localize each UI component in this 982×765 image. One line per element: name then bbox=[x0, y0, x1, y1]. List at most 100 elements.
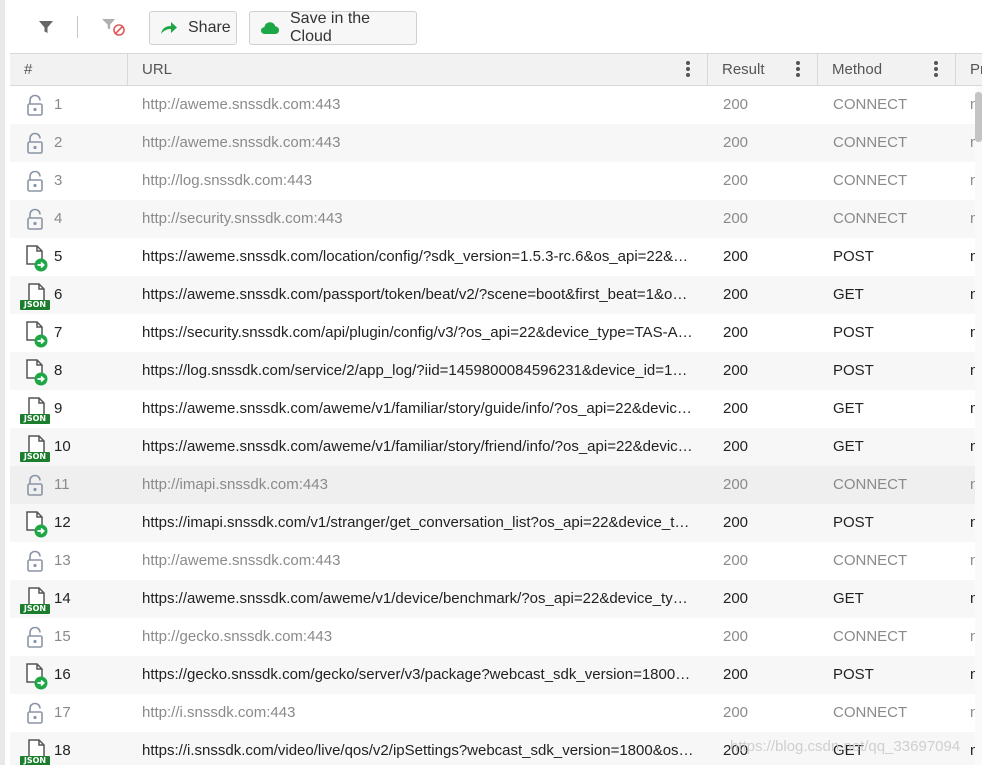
session-url: https://aweme.snssdk.com/aweme/v1/device… bbox=[142, 590, 694, 607]
session-result: 200 bbox=[723, 134, 749, 151]
session-number: 2 bbox=[54, 134, 63, 151]
session-url: https://i.snssdk.com/video/live/qos/v2/i… bbox=[142, 742, 694, 759]
grid-header: # URL Result Method Pr bbox=[10, 53, 982, 86]
session-url: http://aweme.snssdk.com:443 bbox=[142, 552, 341, 569]
column-menu-icon[interactable] bbox=[686, 61, 690, 79]
session-url: https://gecko.snssdk.com/gecko/server/v3… bbox=[142, 666, 694, 683]
session-row[interactable]: 3http://log.snssdk.com:443200CONNECTn bbox=[10, 162, 980, 200]
session-row[interactable]: JSON 10 https://aweme.snssdk.com/aweme/v1/… bbox=[10, 428, 980, 466]
session-method: CONNECT bbox=[833, 172, 908, 189]
session-number: 9 bbox=[54, 400, 63, 417]
session-result: 200 bbox=[723, 476, 749, 493]
post-doc-icon bbox=[20, 662, 50, 690]
session-method: GET bbox=[833, 590, 864, 607]
session-number: 7 bbox=[54, 324, 63, 341]
session-row[interactable]: 1http://aweme.snssdk.com:443200CONNECTn bbox=[10, 86, 980, 124]
session-row[interactable]: JSON 9 https://aweme.snssdk.com/aweme/v1/f… bbox=[10, 390, 980, 428]
share-arrow-icon bbox=[160, 18, 178, 38]
session-number: 5 bbox=[54, 248, 63, 265]
vertical-scrollbar[interactable] bbox=[975, 86, 982, 765]
session-url: http://security.snssdk.com:443 bbox=[142, 210, 343, 227]
session-method: CONNECT bbox=[833, 476, 908, 493]
session-row[interactable]: 5 https://aweme.snssdk.com/location/confi… bbox=[10, 238, 980, 276]
lock-icon bbox=[20, 206, 50, 234]
column-menu-icon[interactable] bbox=[796, 61, 800, 79]
session-result: 200 bbox=[723, 666, 749, 683]
session-number: 4 bbox=[54, 210, 63, 227]
session-number: 17 bbox=[54, 704, 71, 721]
session-result: 200 bbox=[723, 96, 749, 113]
session-method: CONNECT bbox=[833, 134, 908, 151]
share-button[interactable]: Share bbox=[149, 11, 237, 45]
session-url: https://aweme.snssdk.com/aweme/v1/famili… bbox=[142, 438, 694, 455]
session-result: 200 bbox=[723, 628, 749, 645]
session-number: 6 bbox=[54, 286, 63, 303]
session-result: 200 bbox=[723, 286, 749, 303]
json-icon: JSON bbox=[20, 586, 50, 614]
session-number: 14 bbox=[54, 590, 71, 607]
lock-icon bbox=[20, 548, 50, 576]
session-method: CONNECT bbox=[833, 96, 908, 113]
session-result: 200 bbox=[723, 514, 749, 531]
session-row[interactable]: 7 https://security.snssdk.com/api/plugin/… bbox=[10, 314, 980, 352]
column-header-protocol-label: Pr bbox=[970, 61, 982, 78]
column-header-result[interactable]: Result bbox=[708, 54, 818, 86]
filter-clear-icon[interactable] bbox=[101, 14, 127, 40]
session-number: 11 bbox=[54, 476, 70, 493]
session-method: CONNECT bbox=[833, 552, 908, 569]
session-number: 8 bbox=[54, 362, 63, 379]
column-menu-icon[interactable] bbox=[934, 61, 938, 79]
session-url: https://log.snssdk.com/service/2/app_log… bbox=[142, 362, 694, 379]
session-row[interactable]: 11http://imapi.snssdk.com:443200CONNECTn bbox=[10, 466, 980, 504]
toolbar-separator bbox=[77, 16, 78, 38]
toolbar: Share Save in the Cloud bbox=[0, 0, 982, 53]
json-icon: JSON bbox=[20, 738, 50, 765]
session-result: 200 bbox=[723, 552, 749, 569]
lock-icon bbox=[20, 700, 50, 728]
column-header-method-label: Method bbox=[832, 61, 883, 78]
column-header-url[interactable]: URL bbox=[128, 54, 708, 86]
json-icon: JSON bbox=[20, 396, 50, 424]
session-url: https://aweme.snssdk.com/location/config… bbox=[142, 248, 694, 265]
session-url: http://imapi.snssdk.com:443 bbox=[142, 476, 328, 493]
session-row[interactable]: 15http://gecko.snssdk.com:443200CONNECTn bbox=[10, 618, 980, 656]
scrollbar-thumb[interactable] bbox=[975, 92, 982, 142]
filter-icon[interactable] bbox=[33, 14, 59, 40]
session-result: 200 bbox=[723, 172, 749, 189]
session-result: 200 bbox=[723, 248, 749, 265]
session-method: POST bbox=[833, 248, 874, 265]
post-doc-icon bbox=[20, 510, 50, 538]
session-row[interactable]: 4 http://security.snssdk.com:443 200 CONNEC… bbox=[10, 200, 980, 238]
session-row[interactable]: 8 https://log.snssdk.com/service/2/app_lo… bbox=[10, 352, 980, 390]
json-icon: JSON bbox=[20, 282, 50, 310]
session-list: 1http://aweme.snssdk.com:443200CONNECTn2… bbox=[10, 86, 980, 765]
session-row[interactable]: 13http://aweme.snssdk.com:443200CONNECTn bbox=[10, 542, 980, 580]
session-method: CONNECT bbox=[833, 210, 908, 227]
session-url: https://aweme.snssdk.com/aweme/v1/famili… bbox=[142, 400, 694, 417]
post-doc-icon bbox=[20, 244, 50, 272]
session-method: GET bbox=[833, 438, 864, 455]
session-row[interactable]: 2http://aweme.snssdk.com:443200CONNECTn bbox=[10, 124, 980, 162]
save-cloud-button[interactable]: Save in the Cloud bbox=[249, 10, 417, 45]
session-url: http://gecko.snssdk.com:443 bbox=[142, 628, 333, 645]
session-row[interactable]: 17http://i.snssdk.com:443200CONNECTn bbox=[10, 694, 980, 732]
session-method: POST bbox=[833, 514, 874, 531]
session-method: GET bbox=[833, 286, 864, 303]
session-row[interactable]: 12 https://imapi.snssdk.com/v1/stranger/g… bbox=[10, 504, 980, 542]
column-header-method[interactable]: Method bbox=[818, 54, 956, 86]
column-header-protocol[interactable]: Pr bbox=[956, 54, 982, 86]
post-doc-icon bbox=[20, 320, 50, 348]
column-header-url-label: URL bbox=[142, 61, 173, 78]
session-result: 200 bbox=[723, 590, 749, 607]
lock-icon bbox=[20, 168, 50, 196]
session-number: 3 bbox=[54, 172, 63, 189]
session-row[interactable]: JSON 6 https://aweme.snssdk.com/passport/t… bbox=[10, 276, 980, 314]
session-url: http://i.snssdk.com:443 bbox=[142, 704, 296, 721]
column-header-result-label: Result bbox=[722, 61, 765, 78]
sessions-grid: # URL Result Method Pr 1 http://aweme.sns… bbox=[0, 53, 982, 765]
session-number: 13 bbox=[54, 552, 71, 569]
session-row[interactable]: 16 https://gecko.snssdk.com/gecko/server/… bbox=[10, 656, 980, 694]
column-header-number[interactable]: # bbox=[10, 54, 128, 86]
lock-icon bbox=[20, 472, 50, 500]
session-row[interactable]: JSON 14 https://aweme.snssdk.com/aweme/v1/… bbox=[10, 580, 980, 618]
